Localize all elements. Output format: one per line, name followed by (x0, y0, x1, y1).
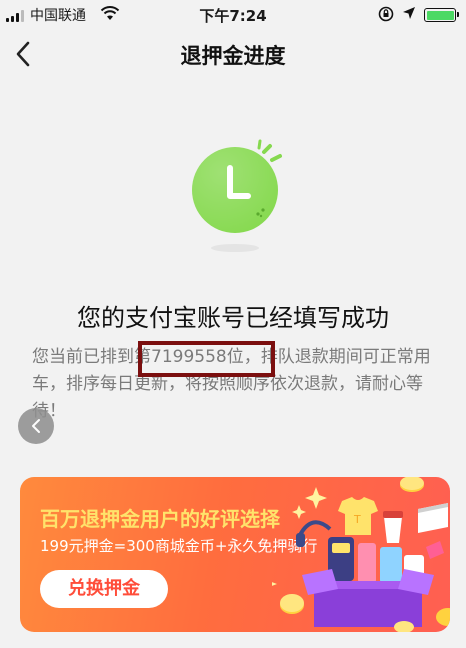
banner-title: 百万退押金用户的好评选择 (40, 507, 280, 531)
gift-box-illustration: T (272, 477, 450, 632)
queue-description-line: 待！ (32, 401, 66, 421)
svg-text:T: T (353, 513, 361, 526)
rotation-lock-icon (378, 6, 394, 26)
clock-icon (192, 139, 282, 252)
success-message: 您的支付宝账号已经填写成功 (77, 304, 389, 332)
chevron-left-icon (32, 419, 40, 433)
hero-illustration (180, 138, 290, 258)
status-time: 下午7:24 (199, 7, 267, 25)
battery-icon (424, 8, 459, 22)
promo-banner[interactable]: 百万退押金用户的好评选择 199元押金=300商城金币+永久免押骑行 兑换押金 … (20, 477, 450, 632)
nav-bar: 退押金进度 (0, 30, 466, 78)
status-bar: 中国联通 下午7:24 (0, 0, 466, 30)
page-title: 退押金进度 (180, 44, 286, 68)
exchange-deposit-button[interactable]: 兑换押金 (40, 570, 168, 608)
battery-fill (426, 10, 454, 20)
queue-description: 您当前已排到第7199558位，排队退款期间可正常用 车，排序每日更新，将按照顺… (32, 344, 442, 425)
floating-back-button[interactable] (18, 408, 54, 444)
queue-description-line: 您当前已排到第7199558位，排队退款期间可正常用 (32, 347, 431, 367)
location-arrow-icon (402, 6, 416, 24)
queue-description-line: 车，排序每日更新，将按照顺序依次退款，请耐心等 (32, 374, 423, 394)
